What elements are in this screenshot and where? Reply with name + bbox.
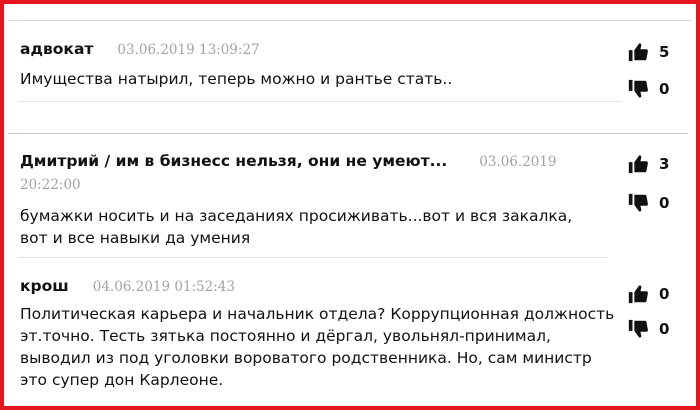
thumbs-up-icon <box>628 285 648 304</box>
comment-header: Дмитрий / им в бизнесс нельзя, они не ум… <box>20 150 580 196</box>
comment-text: Имущества натырил, теперь можно и рантье… <box>20 70 453 88</box>
comment-date: 04.06.2019 01:52:43 <box>92 279 235 295</box>
comment-divider <box>18 257 608 258</box>
comment-author[interactable]: крош <box>20 277 69 295</box>
like-count: 5 <box>659 43 670 61</box>
thumbs-down-icon <box>628 79 648 98</box>
comment-item: крош 04.06.2019 01:52:43 Политическая кар… <box>20 275 620 391</box>
comment-text: бумажки носить и на заседаниях просижива… <box>20 207 573 247</box>
like-button[interactable]: 5 <box>627 41 669 63</box>
dislike-button[interactable]: 0 <box>627 78 669 100</box>
like-count: 3 <box>659 155 670 173</box>
comment-header: адвокат 03.06.2019 13:09:27 <box>20 38 610 61</box>
comment-item: Дмитрий / им в бизнесс нельзя, они не ум… <box>20 150 580 249</box>
dislike-count: 0 <box>659 80 670 98</box>
comment-header: крош 04.06.2019 01:52:43 <box>20 275 620 298</box>
thumbs-up-icon <box>628 43 648 62</box>
comment-divider <box>18 101 622 102</box>
comment-author[interactable]: Дмитрий / им в бизнесс нельзя, они не ум… <box>20 152 447 170</box>
comment-text: Политическая карьера и начальник отдела?… <box>20 305 615 389</box>
like-button[interactable]: 0 <box>627 283 669 305</box>
dislike-count: 0 <box>659 320 670 338</box>
comments-panel: адвокат 03.06.2019 13:09:27 Имущества нат… <box>0 0 700 410</box>
thumbs-down-icon <box>628 319 648 338</box>
like-count: 0 <box>659 285 670 303</box>
dislike-button[interactable]: 0 <box>627 192 669 214</box>
comment-author[interactable]: адвокат <box>20 40 93 58</box>
section-divider <box>8 133 688 134</box>
top-divider <box>8 20 692 21</box>
thumbs-up-icon <box>628 155 648 174</box>
dislike-button[interactable]: 0 <box>627 318 669 340</box>
like-button[interactable]: 3 <box>627 153 669 175</box>
comment-item: адвокат 03.06.2019 13:09:27 Имущества нат… <box>20 38 610 90</box>
thumbs-down-icon <box>628 193 648 212</box>
dislike-count: 0 <box>659 194 670 212</box>
comment-date: 03.06.2019 13:09:27 <box>117 42 260 58</box>
